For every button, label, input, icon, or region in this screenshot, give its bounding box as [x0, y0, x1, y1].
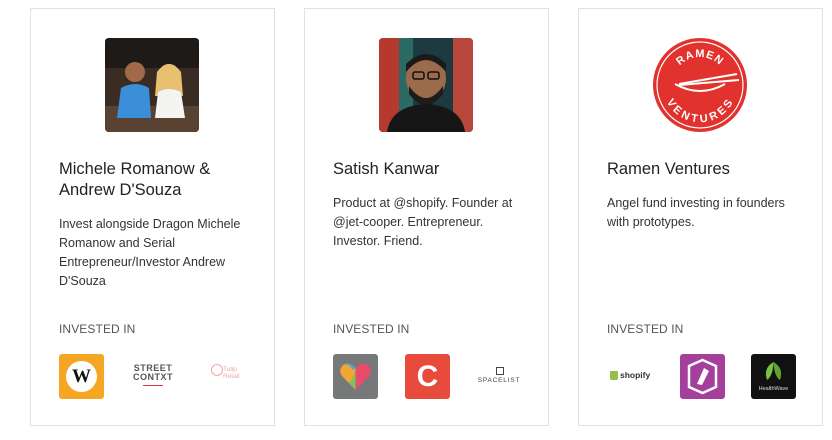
- investor-name: Michele Romanow & Andrew D'Souza: [59, 160, 211, 199]
- heart-logo-icon[interactable]: [333, 354, 378, 399]
- invested-in-label: INVESTED IN: [59, 322, 136, 336]
- investor-description: Invest alongside Dragon Michele Romanow …: [59, 217, 241, 288]
- portfolio-logos: shopify HealthWave: [579, 354, 824, 399]
- tulip-retail-logo-icon[interactable]: Tulip Retail: [203, 354, 248, 399]
- purple-logo-icon[interactable]: [680, 354, 725, 399]
- invested-in-label: INVESTED IN: [607, 322, 684, 336]
- investor-card[interactable]: Satish Kanwar Product at @shopify. Found…: [304, 8, 549, 426]
- photo-avatar-icon: [379, 38, 473, 132]
- investor-avatar: [105, 38, 199, 132]
- investor-avatar: [379, 38, 473, 132]
- wealthsimple-logo-icon[interactable]: W: [59, 354, 104, 399]
- investor-card[interactable]: RAMEN VENTURES Ramen Ventures Angel fund…: [578, 8, 823, 426]
- ramen-ventures-logo-icon: RAMEN VENTURES: [653, 38, 747, 132]
- invested-in-label: INVESTED IN: [333, 322, 410, 336]
- healthwave-logo-icon[interactable]: HealthWave: [751, 354, 796, 399]
- shopify-logo-icon[interactable]: shopify: [607, 354, 655, 399]
- c-logo-icon[interactable]: C: [405, 354, 450, 399]
- portfolio-logos: C SPACELIST: [305, 354, 550, 399]
- investor-description: Product at @shopify. Founder at @jet-coo…: [333, 196, 513, 248]
- investor-description: Angel fund investing in founders with pr…: [607, 196, 785, 229]
- investor-name: Satish Kanwar: [333, 160, 440, 178]
- investor-card[interactable]: Michele Romanow & Andrew D'Souza Invest …: [30, 8, 275, 426]
- investor-avatar: RAMEN VENTURES: [653, 38, 747, 132]
- portfolio-logos: W STREET CONTXT Tulip Retail: [31, 354, 276, 399]
- spacelist-logo-icon[interactable]: SPACELIST: [475, 354, 523, 399]
- street-contxt-logo-icon[interactable]: STREET CONTXT: [129, 354, 177, 399]
- investor-name: Ramen Ventures: [607, 160, 730, 178]
- photo-avatar-icon: [105, 38, 199, 132]
